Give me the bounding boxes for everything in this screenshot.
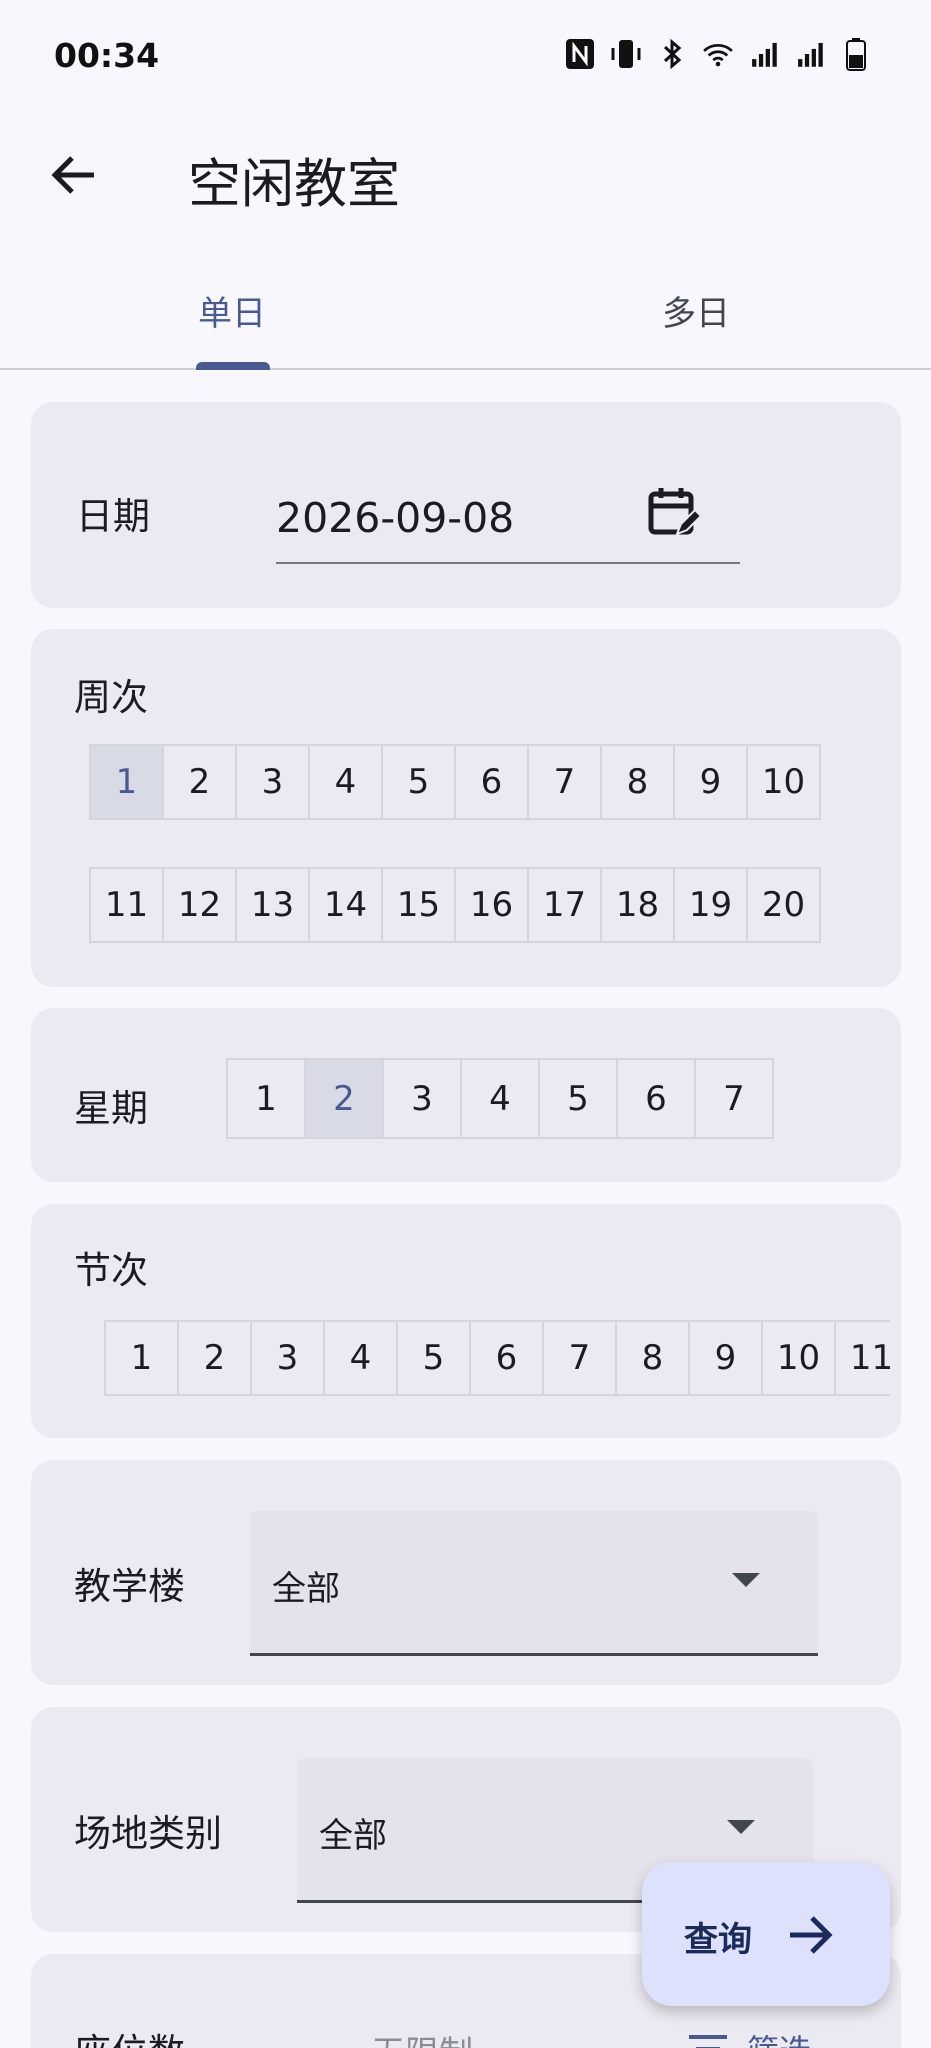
weeks-cell[interactable]: 5 [381, 744, 456, 820]
weeks-cell[interactable]: 6 [454, 744, 529, 820]
weeks-grid-row2: 11 12 13 14 15 16 17 18 19 20 [89, 867, 821, 943]
date-card: 日期 2026-09-08 [31, 402, 901, 608]
periods-cell[interactable]: 5 [396, 1320, 471, 1396]
dropdown-arrow-icon [732, 1573, 760, 1587]
tab-multi-day[interactable]: 多日 [662, 286, 730, 335]
venue-type-value: 全部 [319, 1816, 387, 1856]
periods-grid: 1 2 3 4 5 6 7 8 9 10 11 [104, 1320, 890, 1396]
weekday-cell[interactable]: 1 [226, 1058, 306, 1139]
weeks-cell[interactable]: 7 [527, 744, 602, 820]
arrow-forward-icon [778, 1902, 844, 1968]
building-card: 教学楼 全部 [31, 1460, 901, 1685]
dropdown-arrow-icon [727, 1820, 755, 1834]
periods-cell[interactable]: 11 [834, 1320, 890, 1396]
periods-cell[interactable]: 3 [250, 1320, 325, 1396]
date-input[interactable]: 2026-09-08 [276, 494, 514, 542]
weekday-label: 星期 [74, 1087, 148, 1130]
weeks-cell[interactable]: 17 [527, 867, 602, 943]
weekday-cell[interactable]: 7 [694, 1058, 774, 1139]
vibrate-icon [609, 36, 643, 72]
weeks-cell[interactable]: 15 [381, 867, 456, 943]
page-title: 空闲教室 [188, 154, 400, 215]
filter-button[interactable]: 筛选 [687, 2026, 811, 2048]
periods-cell[interactable]: 9 [688, 1320, 763, 1396]
building-label: 教学楼 [74, 1565, 185, 1608]
weeks-cell[interactable]: 2 [162, 744, 237, 820]
periods-scroll[interactable]: 1 2 3 4 5 6 7 8 9 10 11 [104, 1320, 890, 1400]
query-label: 查询 [684, 1920, 752, 1960]
weeks-grid-row1: 1 2 3 4 5 6 7 8 9 10 [89, 744, 821, 820]
calendar-edit-icon [648, 488, 703, 536]
periods-cell[interactable]: 7 [542, 1320, 617, 1396]
nfc-icon [563, 36, 597, 72]
status-bar: 00:34 [0, 0, 931, 110]
calendar-edit-button[interactable] [643, 480, 707, 544]
weeks-cell[interactable]: 20 [746, 867, 821, 943]
building-dropdown[interactable]: 全部 [250, 1511, 818, 1656]
weeks-cell[interactable]: 8 [600, 744, 675, 820]
query-fab[interactable]: 查询 [642, 1862, 890, 2006]
date-underline [276, 562, 740, 564]
weekday-cell[interactable]: 2 [304, 1058, 384, 1139]
weeks-cell[interactable]: 13 [235, 867, 310, 943]
weeks-cell[interactable]: 1 [89, 744, 164, 820]
weeks-cell[interactable]: 19 [673, 867, 748, 943]
weeks-cell[interactable]: 3 [235, 744, 310, 820]
periods-cell[interactable]: 2 [177, 1320, 252, 1396]
tab-bar: 单日 多日 [0, 264, 931, 370]
weekday-cell[interactable]: 5 [538, 1058, 618, 1139]
periods-cell[interactable]: 6 [469, 1320, 544, 1396]
seats-value: 无限制 [371, 2026, 473, 2048]
signal-4g-icon [747, 36, 781, 72]
app-bar: 空闲教室 [0, 120, 931, 230]
tab-indicator [196, 362, 270, 370]
signal-5g-icon [793, 36, 827, 72]
weekday-cell[interactable]: 6 [616, 1058, 696, 1139]
weekday-cell[interactable]: 4 [460, 1058, 540, 1139]
weeks-cell[interactable]: 18 [600, 867, 675, 943]
periods-cell[interactable]: 8 [615, 1320, 690, 1396]
tab-single-day[interactable]: 单日 [198, 286, 266, 335]
bluetooth-icon [655, 36, 689, 72]
weeks-cell[interactable]: 11 [89, 867, 164, 943]
weeks-cell[interactable]: 16 [454, 867, 529, 943]
building-value: 全部 [272, 1569, 340, 1609]
periods-card: 节次 1 2 3 4 5 6 7 8 9 10 11 [31, 1204, 901, 1438]
wifi-icon [701, 36, 735, 72]
weeks-label: 周次 [74, 676, 148, 719]
weeks-cell[interactable]: 9 [673, 744, 748, 820]
battery-icon [839, 36, 873, 72]
periods-cell[interactable]: 1 [104, 1320, 179, 1396]
weeks-cell[interactable]: 10 [746, 744, 821, 820]
venue-type-label: 场地类别 [74, 1812, 222, 1855]
back-button[interactable] [40, 142, 106, 208]
date-label: 日期 [76, 495, 150, 538]
status-time: 00:34 [54, 36, 160, 75]
periods-cell[interactable]: 10 [761, 1320, 836, 1396]
weekday-card: 星期 1234567 [31, 1008, 901, 1182]
weeks-cell[interactable]: 12 [162, 867, 237, 943]
periods-cell[interactable]: 4 [323, 1320, 398, 1396]
weeks-cell[interactable]: 4 [308, 744, 383, 820]
weekday-cell[interactable]: 3 [382, 1058, 462, 1139]
filter-icon [689, 2035, 727, 2048]
weekday-grid: 1234567 [226, 1058, 774, 1139]
periods-label: 节次 [74, 1249, 148, 1292]
status-icons [563, 36, 873, 72]
weeks-card: 周次 1 2 3 4 5 6 7 8 9 10 11 12 13 14 15 16 17 18 19 20 [31, 629, 901, 987]
arrow-back-icon [51, 156, 94, 194]
weeks-cell[interactable]: 14 [308, 867, 383, 943]
filter-label: 筛选 [747, 2026, 811, 2048]
seats-label: 座位数 [74, 2022, 185, 2048]
